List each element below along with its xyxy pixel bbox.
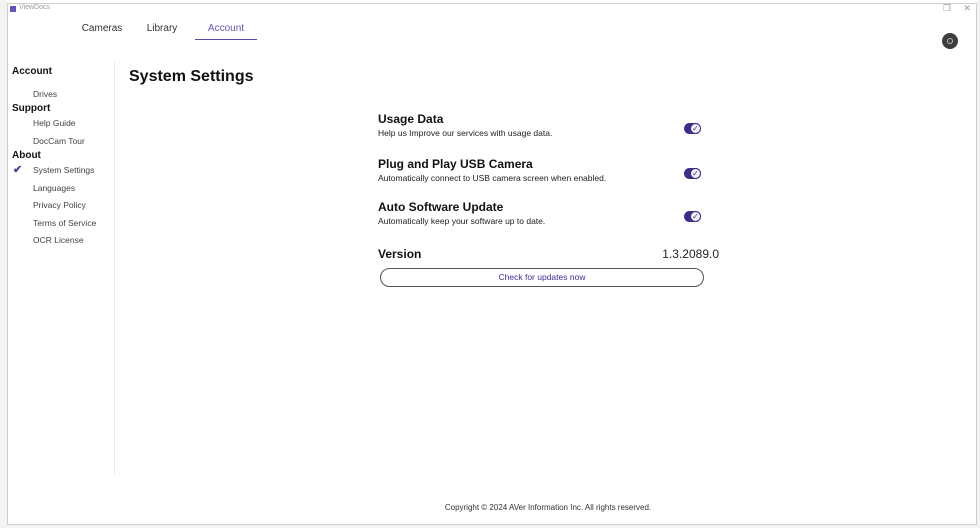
restore-window-icon[interactable]: ❐ (943, 3, 951, 14)
setting-title: Auto Software Update (378, 200, 504, 214)
title-bar: ViewDocs ❐ ✕ (8, 3, 976, 16)
setting-description: Automatically connect to USB camera scre… (378, 173, 607, 183)
sidebar-heading-about: About (12, 150, 41, 161)
setting-plug-and-play: Plug and Play USB Camera Automatically c… (378, 157, 718, 183)
auto-update-toggle[interactable]: ✓ (684, 211, 701, 222)
outer-frame-left (0, 0, 7, 528)
version-value: 1.3.2089.0 (662, 247, 719, 261)
tab-library[interactable]: Library (140, 22, 184, 42)
sidebar-heading-support: Support (12, 103, 51, 114)
sidebar: Account Drives Support Help Guide DocCam… (8, 62, 115, 474)
toggle-check-icon: ✓ (690, 211, 701, 222)
version-label: Version (378, 247, 422, 261)
sidebar-item-languages[interactable]: Languages (33, 183, 75, 193)
tab-cameras[interactable]: Cameras (80, 22, 124, 42)
setting-title: Usage Data (378, 112, 444, 126)
app-logo-icon (10, 6, 16, 12)
app-window: ViewDocs ❐ ✕ Cameras Library Account Acc… (7, 3, 977, 525)
sidebar-item-doccam-tour[interactable]: DocCam Tour (33, 136, 85, 146)
close-window-icon[interactable]: ✕ (963, 3, 971, 14)
user-avatar-icon[interactable] (942, 33, 958, 49)
page-title: System Settings (129, 68, 254, 85)
plug-and-play-toggle[interactable]: ✓ (684, 168, 701, 179)
toggle-check-icon: ✓ (690, 123, 701, 134)
sidebar-item-system-settings[interactable]: System Settings (33, 165, 94, 175)
setting-description: Help us Improve our services with usage … (378, 128, 553, 138)
app-title: ViewDocs (19, 4, 50, 11)
check-updates-button[interactable]: Check for updates now (380, 268, 704, 287)
sidebar-item-drives[interactable]: Drives (33, 89, 57, 99)
sidebar-item-ocr-license[interactable]: OCR License (33, 235, 84, 245)
sidebar-item-privacy-policy[interactable]: Privacy Policy (33, 200, 86, 210)
setting-description: Automatically keep your software up to d… (378, 216, 546, 226)
copyright-footer: Copyright © 2024 AVer Information Inc. A… (444, 503, 652, 512)
sidebar-item-help-guide[interactable]: Help Guide (33, 118, 76, 128)
selected-check-icon: ✔ (13, 164, 23, 176)
tab-account-label: Account (207, 23, 245, 34)
setting-title: Plug and Play USB Camera (378, 157, 533, 171)
tab-account[interactable]: Account (195, 22, 257, 42)
setting-usage-data: Usage Data Help us Improve our services … (378, 112, 718, 138)
sidebar-heading-account: Account (12, 66, 52, 77)
active-tab-underline (195, 39, 257, 40)
sidebar-item-terms-of-service[interactable]: Terms of Service (33, 218, 96, 228)
usage-data-toggle[interactable]: ✓ (684, 123, 701, 134)
setting-auto-update: Auto Software Update Automatically keep … (378, 200, 718, 226)
toggle-check-icon: ✓ (690, 168, 701, 179)
